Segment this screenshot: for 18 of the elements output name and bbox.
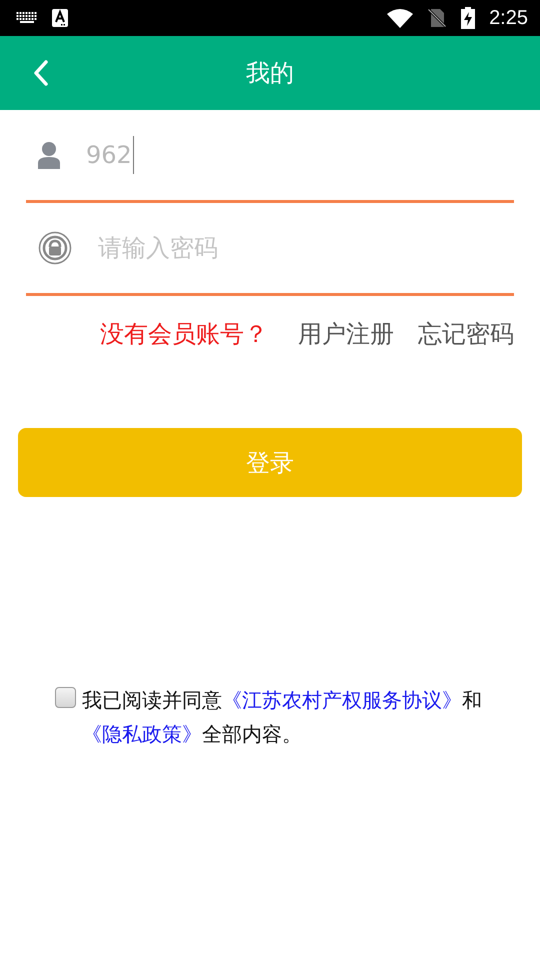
lock-icon (38, 231, 72, 265)
page-title: 我的 (246, 58, 294, 89)
agreement-link[interactable]: 《隐私政策》 (82, 722, 202, 746)
no-account-prompt: 没有会员账号？ (100, 319, 268, 350)
agreement-text: 我已阅读并同意《江苏农村产权服务协议》和 《隐私政策》全部内容。 (82, 687, 483, 748)
keyboard-icon (16, 12, 38, 24)
wifi-icon (387, 8, 414, 28)
font-icon (52, 9, 68, 27)
back-icon (33, 59, 49, 87)
password-field[interactable]: 请输入密码 (98, 234, 398, 262)
agreement-link[interactable]: 《江苏农村产权服务协议》 (222, 688, 462, 712)
clock-time: 2:25 (489, 6, 528, 30)
text-link[interactable]: 用户注册 (298, 318, 394, 350)
text-link[interactable]: 忘记密码 (418, 318, 514, 350)
no-sim-icon (427, 8, 448, 28)
battery-charging-icon (461, 7, 476, 29)
user-icon (38, 142, 60, 168)
agreement-checkbox[interactable] (55, 687, 76, 708)
